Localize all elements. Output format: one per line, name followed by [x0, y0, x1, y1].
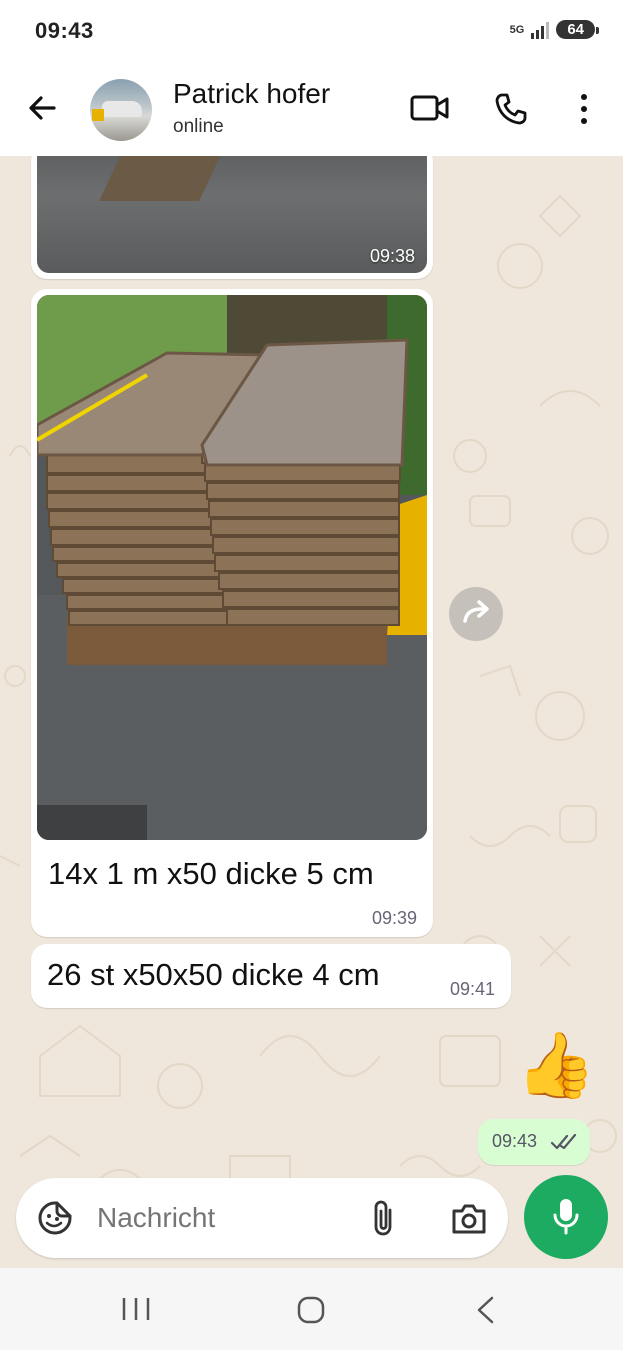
message-composer[interactable]	[16, 1178, 508, 1258]
status-bar: 09:43 5G 64	[0, 0, 623, 64]
battery-indicator: 64	[556, 20, 599, 39]
message-caption: 14x 1 m x50 dicke 5 cm	[48, 856, 374, 891]
thumbs-up-emoji-message[interactable]: 👍	[516, 1033, 596, 1097]
chat-area[interactable]: 09:38 14x 1 m x50 dicke 5 cm 09:39 26 st…	[0, 156, 623, 1268]
message-timestamp: 09:43	[492, 1131, 538, 1151]
message-text: 26 st x50x50 dicke 4 cm	[47, 957, 380, 992]
mic-icon	[553, 1199, 579, 1235]
system-navigation-bar	[0, 1268, 623, 1350]
double-check-icon	[550, 1133, 577, 1150]
status-icons: 5G 64	[509, 20, 599, 39]
voice-call-icon[interactable]	[494, 92, 528, 126]
forward-icon	[463, 600, 489, 623]
contact-name[interactable]: Patrick hofer	[173, 78, 330, 110]
back-arrow-icon[interactable]	[24, 90, 60, 126]
incoming-text-message[interactable]: 26 st x50x50 dicke 4 cm 09:41	[31, 944, 511, 1008]
network-label: 5G	[509, 23, 525, 36]
incoming-image-message[interactable]: 14x 1 m x50 dicke 5 cm 09:39	[31, 289, 433, 937]
contact-presence: online	[173, 116, 224, 137]
nav-back-icon[interactable]	[474, 1295, 496, 1325]
slab-stack-illustration	[37, 295, 427, 840]
message-timestamp: 09:41	[449, 979, 495, 999]
attach-icon[interactable]	[370, 1198, 396, 1238]
forward-button[interactable]	[449, 587, 503, 641]
more-options-icon[interactable]	[574, 92, 594, 126]
photo-pallet-top[interactable]: 09:38	[37, 156, 427, 273]
clock: 09:43	[35, 18, 94, 43]
contact-avatar[interactable]	[90, 79, 152, 141]
chat-header: Patrick hofer online	[0, 64, 623, 156]
voice-message-button[interactable]	[524, 1175, 608, 1259]
signal-icon	[531, 21, 550, 39]
sticker-icon[interactable]	[37, 1200, 73, 1236]
message-timestamp: 09:39	[371, 908, 417, 928]
camera-icon[interactable]	[450, 1202, 488, 1236]
incoming-image-message[interactable]: 09:38	[31, 156, 433, 279]
recents-icon[interactable]	[121, 1296, 151, 1322]
photo-concrete-slabs[interactable]	[37, 295, 427, 840]
message-input[interactable]	[97, 1202, 357, 1234]
message-timestamp: 09:38	[369, 246, 415, 266]
home-icon[interactable]	[296, 1295, 326, 1325]
outgoing-message-meta: 09:43	[478, 1119, 590, 1165]
video-call-icon[interactable]	[410, 92, 450, 124]
